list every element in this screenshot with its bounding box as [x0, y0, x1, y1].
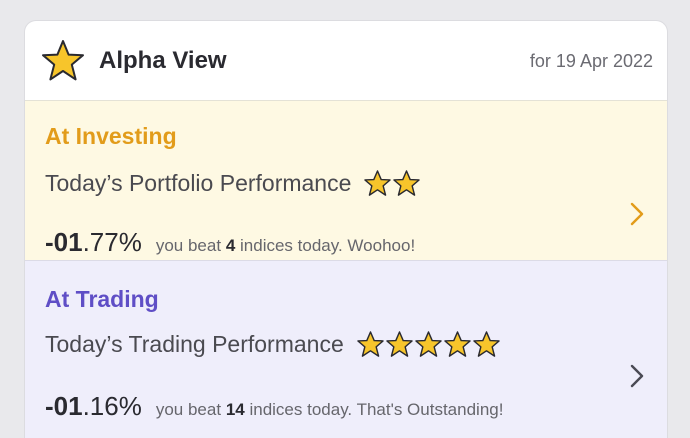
portfolio-result-row: -01.77% you beat 4 indices today. Woohoo… — [45, 227, 415, 258]
trading-performance-row: Today’s Trading Performance — [45, 330, 501, 359]
beat-suffix: indices today. Woohoo! — [240, 236, 416, 255]
investing-title: At Investing — [45, 123, 177, 149]
beat-prefix: you beat — [155, 236, 222, 255]
portfolio-performance-row: Today’s Portfolio Performance — [45, 169, 421, 198]
trading-section[interactable]: At Trading Today’s Trading Performance -… — [25, 260, 667, 438]
trading-change-dec: .16% — [82, 391, 142, 421]
portfolio-rating — [363, 169, 421, 198]
beat-suffix: indices today. That's Outstanding! — [249, 400, 504, 419]
star-icon — [443, 330, 472, 359]
report-date: for 19 Apr 2022 — [529, 51, 653, 71]
chevron-right-icon[interactable] — [629, 201, 645, 227]
star-icon — [392, 169, 421, 198]
trading-title: At Trading — [45, 286, 159, 312]
star-icon — [414, 330, 443, 359]
star-icon — [385, 330, 414, 359]
trading-rating — [356, 330, 501, 359]
beat-prefix: you beat — [155, 400, 222, 419]
trading-change-int: -01 — [45, 391, 83, 421]
portfolio-change-dec: .77% — [82, 227, 142, 257]
beat-count: 14 — [225, 400, 245, 419]
star-icon — [472, 330, 501, 359]
card-header: Alpha View for 19 Apr 2022 — [25, 21, 667, 100]
trading-beat-text: you beat 14 indices today. That's Outsta… — [156, 400, 504, 420]
investing-section[interactable]: At Investing Today’s Portfolio Performan… — [25, 100, 667, 260]
trading-result-row: -01.16% you beat 14 indices today. That'… — [45, 391, 503, 422]
trading-performance-label: Today’s Trading Performance — [45, 331, 344, 357]
chevron-right-icon[interactable] — [629, 363, 645, 389]
portfolio-change-int: -01 — [45, 227, 83, 257]
portfolio-beat-text: you beat 4 indices today. Woohoo! — [156, 236, 415, 256]
alpha-view-card: Alpha View for 19 Apr 2022 At Investing … — [24, 20, 668, 438]
star-icon — [363, 169, 392, 198]
star-logo-icon — [41, 39, 85, 83]
app-title: Alpha View — [99, 46, 227, 74]
beat-count: 4 — [225, 236, 236, 255]
star-icon — [356, 330, 385, 359]
portfolio-performance-label: Today’s Portfolio Performance — [45, 170, 352, 196]
